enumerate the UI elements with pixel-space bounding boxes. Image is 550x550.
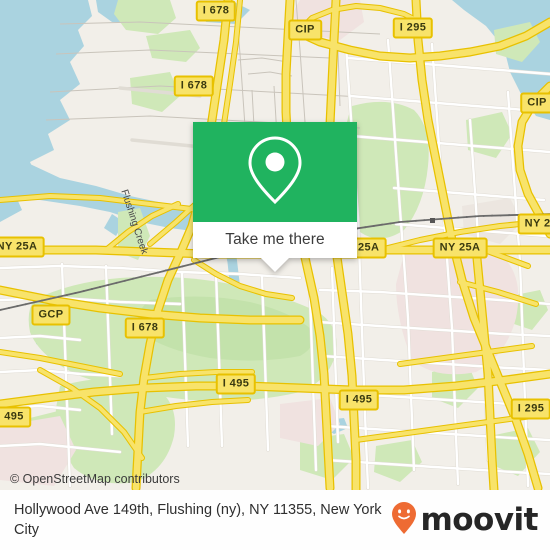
poi-card-header <box>193 122 357 222</box>
address-text: Hollywood Ave 149th, Flushing (ny), NY 1… <box>14 502 382 538</box>
take-me-there-label: Take me there <box>225 231 325 248</box>
map-screen: .water { fill:#aad3e0; } .park { fill:#c… <box>0 0 550 550</box>
highway-shield: I 678 <box>173 75 215 97</box>
poi-card[interactable]: Take me there <box>193 122 357 272</box>
moovit-wordmark: moovit <box>420 502 538 538</box>
highway-shield: NY 25A <box>0 236 45 258</box>
highway-shield: 495 <box>0 406 31 428</box>
moovit-brand[interactable]: moovit <box>391 501 538 540</box>
footer-bar: Hollywood Ave 149th, Flushing (ny), NY 1… <box>0 490 550 550</box>
highway-shield: I 295 <box>510 398 550 420</box>
highway-shield: I 678 <box>195 0 237 22</box>
highway-shield: NY 25A <box>517 213 550 235</box>
highway-shield: NY 25A <box>432 237 488 259</box>
highway-shield: CIP <box>288 19 322 41</box>
take-me-there-button[interactable]: Take me there <box>193 222 357 258</box>
osm-attribution: © OpenStreetMap contributors <box>10 472 180 486</box>
highway-shield: I 495 <box>215 373 257 395</box>
moovit-pin-smiley-icon <box>391 501 417 540</box>
poi-card-pointer <box>261 258 289 272</box>
highway-shield: I 495 <box>338 389 380 411</box>
map-pin-icon <box>244 133 306 212</box>
highway-shield: GCP <box>31 304 71 326</box>
highway-shield: I 295 <box>392 17 434 39</box>
highway-shield: I 678 <box>124 317 166 339</box>
highway-shield: CIP <box>520 92 550 114</box>
